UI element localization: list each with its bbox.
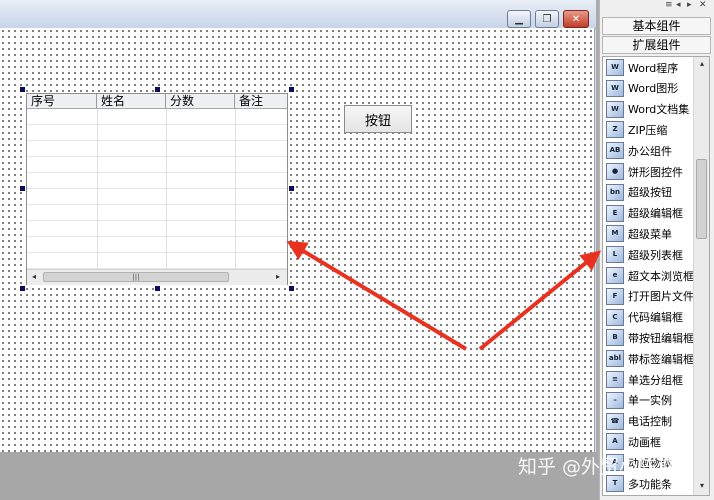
annotation-arrows (286, 240, 602, 351)
arrow-to-panel (478, 250, 602, 351)
arrow-to-table (286, 240, 468, 351)
